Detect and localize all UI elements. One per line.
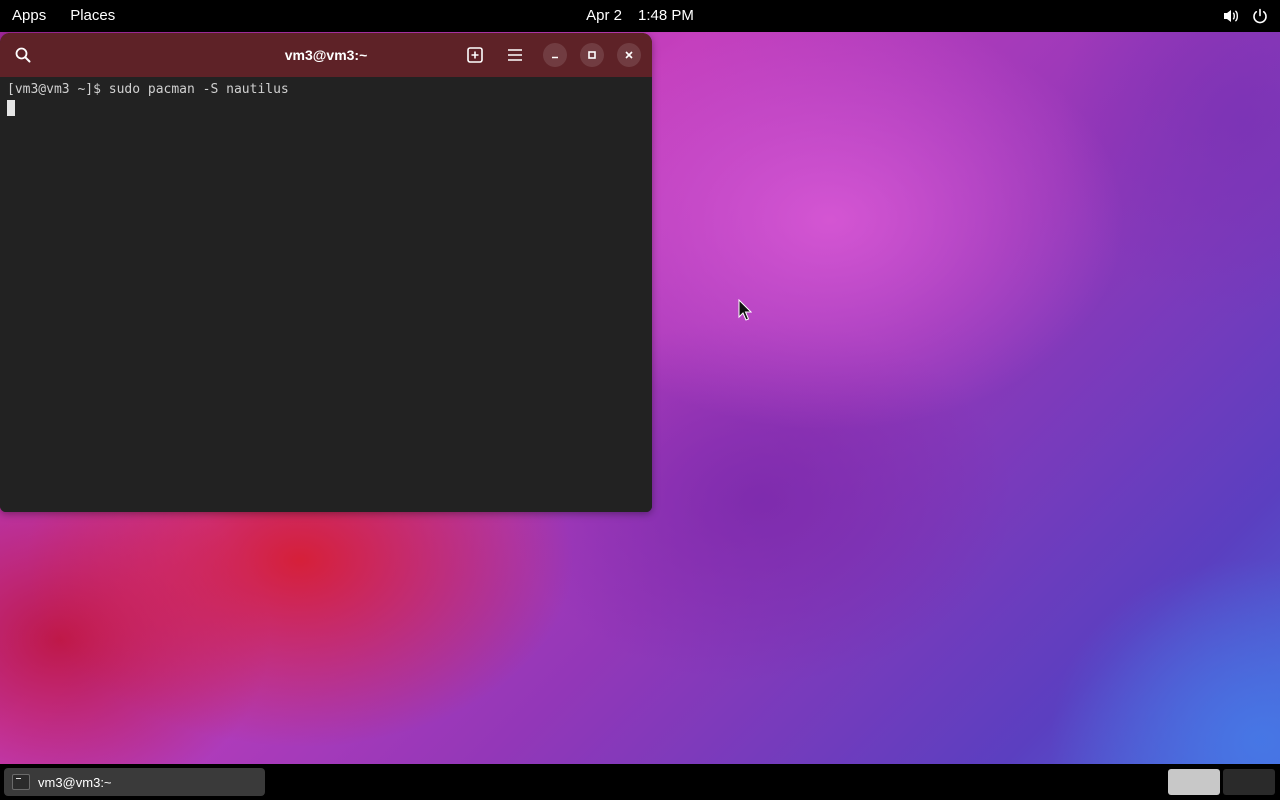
maximize-icon[interactable] bbox=[580, 43, 604, 67]
terminal-cursor-line bbox=[7, 99, 645, 117]
power-icon[interactable] bbox=[1252, 8, 1268, 24]
workspace-2-button[interactable] bbox=[1223, 769, 1275, 795]
top-bar: Apps Places Apr 2 1:48 PM bbox=[0, 0, 1280, 32]
apps-menu[interactable]: Apps bbox=[0, 0, 58, 32]
terminal-line: [vm3@vm3 ~]$ sudo pacman -S nautilus bbox=[7, 82, 289, 97]
taskbar-window-label: vm3@vm3:~ bbox=[38, 774, 112, 790]
speaker-icon[interactable] bbox=[1223, 8, 1240, 24]
terminal-window[interactable]: vm3@vm3:~ [vm3@vm3 ~]$ sudo pacman -S na… bbox=[0, 33, 652, 512]
taskbar-window-button[interactable]: vm3@vm3:~ bbox=[4, 768, 265, 796]
new-tab-icon[interactable] bbox=[461, 41, 489, 69]
terminal-icon bbox=[12, 774, 30, 790]
text-cursor bbox=[7, 99, 15, 116]
clock: Apr 2 1:48 PM bbox=[0, 0, 1280, 32]
close-icon[interactable] bbox=[617, 43, 641, 67]
clock-date[interactable]: Apr 2 bbox=[586, 7, 622, 24]
minimize-icon[interactable] bbox=[543, 43, 567, 67]
mouse-pointer-icon bbox=[738, 298, 753, 321]
workspace-1-button[interactable] bbox=[1168, 769, 1220, 795]
search-icon[interactable] bbox=[9, 41, 37, 69]
system-tray bbox=[1223, 0, 1268, 32]
clock-time[interactable]: 1:48 PM bbox=[638, 7, 694, 24]
terminal-header-bar[interactable]: vm3@vm3:~ bbox=[0, 33, 652, 77]
places-menu[interactable]: Places bbox=[58, 0, 127, 32]
bottom-taskbar: vm3@vm3:~ bbox=[0, 764, 1280, 800]
hamburger-menu-icon[interactable] bbox=[501, 41, 529, 69]
terminal-body[interactable]: [vm3@vm3 ~]$ sudo pacman -S nautilus bbox=[0, 77, 652, 512]
